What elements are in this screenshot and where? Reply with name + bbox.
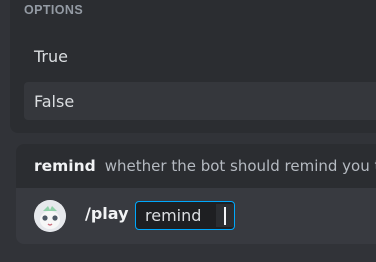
option-false[interactable]: False <box>24 82 376 120</box>
text-caret <box>224 207 226 225</box>
options-header: OPTIONS <box>24 3 84 17</box>
option-input-chip[interactable]: remind <box>135 201 235 230</box>
option-hint-bar: remind whether the bot should remind you… <box>16 144 376 188</box>
option-true[interactable]: True <box>24 37 376 75</box>
option-value-input[interactable] <box>216 204 234 227</box>
option-description: whether the bot should remind you t <box>104 157 376 175</box>
option-name: remind <box>34 157 96 175</box>
option-chip-label: remind <box>145 206 202 225</box>
slash-command: /play <box>85 204 129 223</box>
bot-avatar-icon <box>34 200 66 232</box>
